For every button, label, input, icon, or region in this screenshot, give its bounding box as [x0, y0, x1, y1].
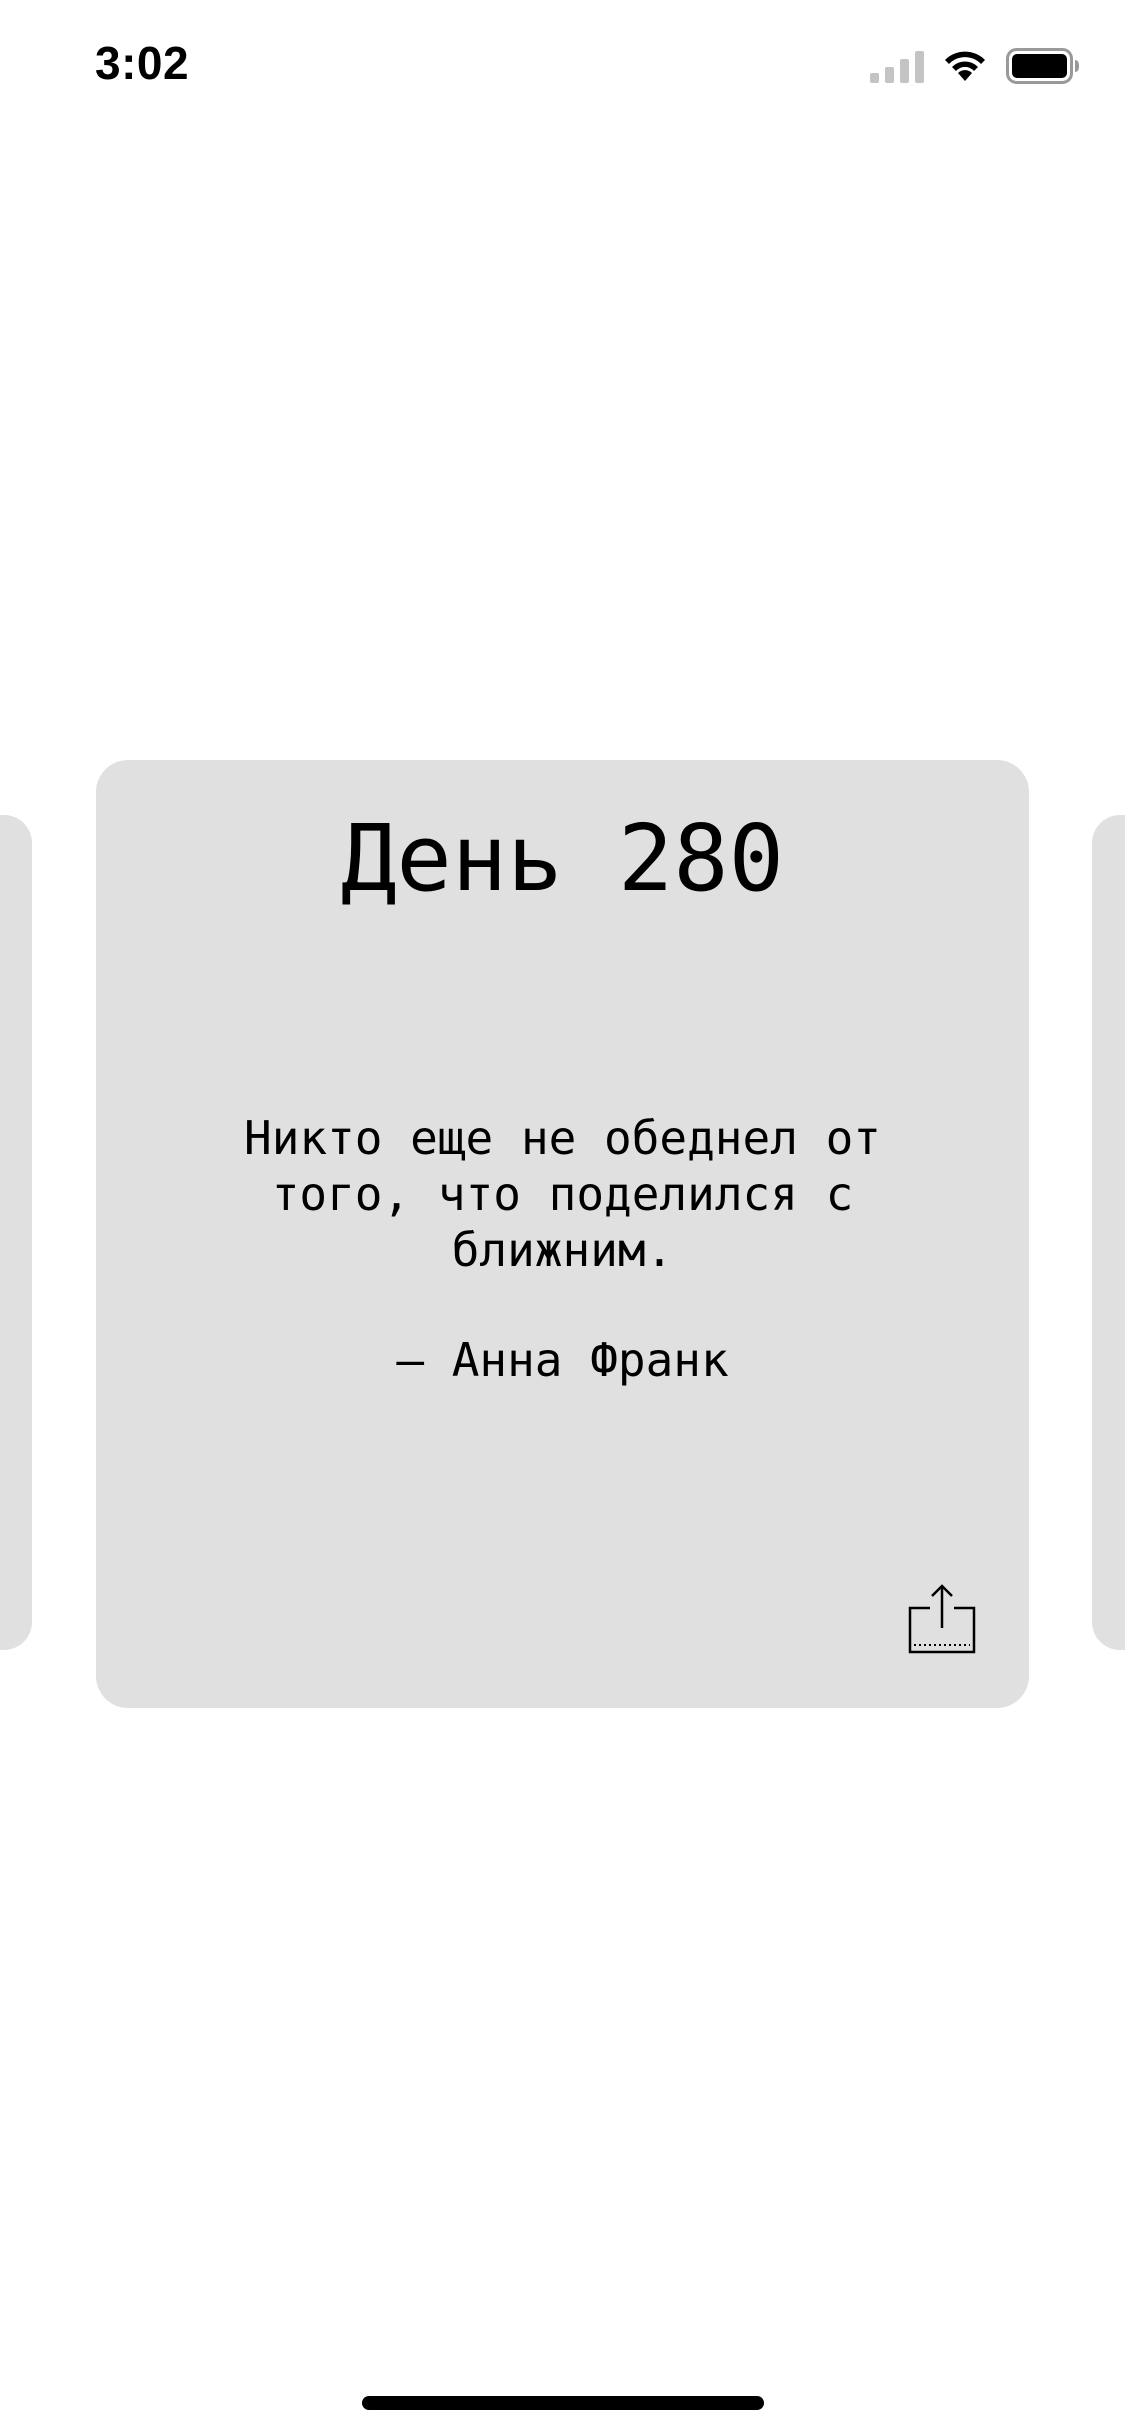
share-icon	[908, 1584, 978, 1662]
battery-icon	[1006, 48, 1080, 89]
home-indicator[interactable]	[362, 2396, 764, 2410]
previous-card[interactable]	[0, 815, 32, 1650]
quote-text: Никто еще не обеднел от того, что подели…	[244, 1111, 881, 1277]
day-title: День 280	[340, 805, 785, 912]
quote-card: День 280 Никто еще не обеднел от того, ч…	[96, 760, 1029, 1708]
status-bar: 3:02	[0, 0, 1125, 140]
quote-author: — Анна Франк	[396, 1333, 729, 1387]
status-time: 3:02	[95, 37, 190, 89]
share-button[interactable]	[908, 1582, 978, 1658]
status-icons	[870, 48, 1080, 89]
wifi-icon	[942, 49, 988, 88]
cellular-signal-icon	[870, 49, 924, 88]
next-card[interactable]	[1092, 815, 1125, 1650]
